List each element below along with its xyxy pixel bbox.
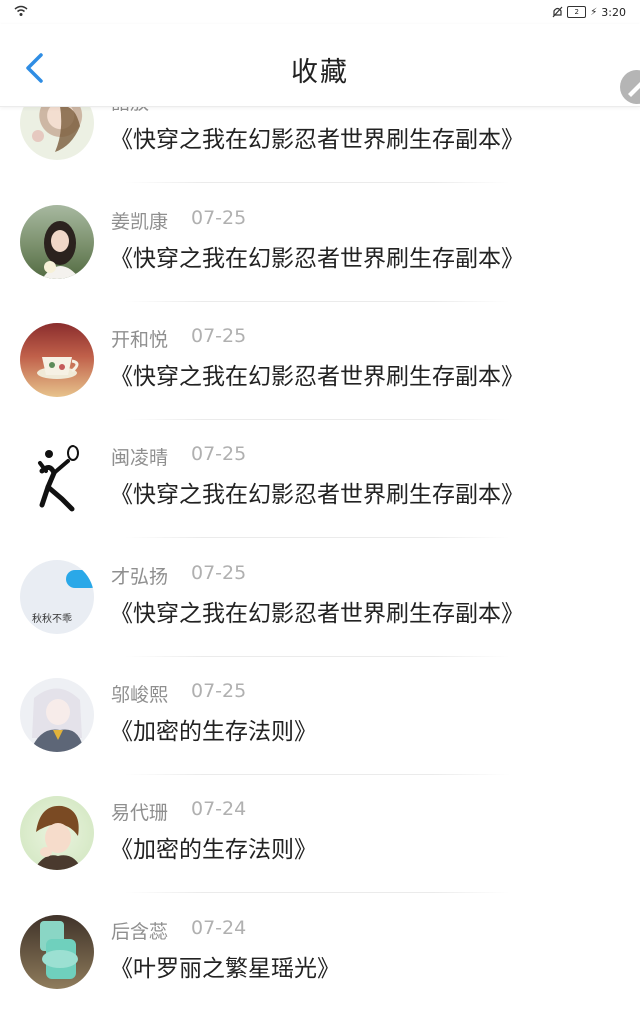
divider: [125, 301, 510, 302]
item-date: 07-25: [191, 443, 247, 465]
list-item[interactable]: 姜凯康 07-25 《快穿之我在幻影忍者世界刷生存副本》: [0, 205, 640, 323]
item-title[interactable]: 《快穿之我在幻影忍者世界刷生存副本》: [110, 475, 524, 509]
divider: [125, 656, 510, 657]
avatar: [20, 915, 94, 989]
avatar: [20, 678, 94, 752]
item-title[interactable]: 《快穿之我在幻影忍者世界刷生存副本》: [110, 357, 524, 391]
avatar: [20, 796, 94, 870]
item-title[interactable]: 《快穿之我在幻影忍者世界刷生存副本》: [110, 120, 524, 154]
list-item[interactable]: 秋秋不乖 才弘扬 07-25 《快穿之我在幻影忍者世界刷生存副本》: [0, 560, 640, 678]
item-name: 后含蕊: [111, 921, 169, 943]
list-item[interactable]: 闽凌晴 07-25 《快穿之我在幻影忍者世界刷生存副本》: [0, 441, 640, 559]
pencil-icon: [628, 82, 640, 97]
list-item[interactable]: 后含蕊 07-24 《叶罗丽之繁星瑶光》: [0, 915, 640, 1033]
item-name: 开和悦: [111, 329, 169, 351]
list-item[interactable]: 开和悦 07-25 《快穿之我在幻影忍者世界刷生存副本》: [0, 323, 640, 441]
divider: [125, 774, 510, 775]
avatar: [20, 205, 94, 279]
avatar: [20, 323, 94, 397]
divider: [125, 892, 510, 893]
favorites-list: 韶放 07-25 《快穿之我在幻影忍者世界刷生存副本》 姜凯康 07-25 《快…: [0, 0, 640, 1024]
divider: [125, 419, 510, 420]
list-item[interactable]: 易代珊 07-24 《加密的生存法则》: [0, 796, 640, 914]
item-name: 才弘扬: [111, 566, 169, 588]
item-name: 邬峻熙: [111, 684, 169, 706]
item-name: 易代珊: [111, 802, 169, 824]
item-title[interactable]: 《快穿之我在幻影忍者世界刷生存副本》: [110, 239, 524, 273]
item-date: 07-25: [191, 325, 247, 347]
item-name: 闽凌晴: [111, 447, 169, 469]
avatar-badge: [66, 570, 94, 588]
item-date: 07-24: [191, 798, 247, 820]
item-title[interactable]: 《加密的生存法则》: [110, 830, 317, 864]
divider: [125, 537, 510, 538]
item-date: 07-24: [191, 917, 247, 939]
item-name: 姜凯康: [111, 211, 169, 233]
item-title[interactable]: 《叶罗丽之繁星瑶光》: [110, 949, 340, 983]
avatar: 秋秋不乖: [20, 560, 94, 634]
item-date: 07-25: [191, 562, 247, 584]
item-title[interactable]: 《加密的生存法则》: [110, 712, 317, 746]
item-date: 07-25: [191, 207, 247, 229]
list-item[interactable]: 邬峻熙 07-25 《加密的生存法则》: [0, 678, 640, 796]
avatar-caption: 秋秋不乖: [32, 614, 72, 625]
divider: [125, 182, 510, 183]
item-title[interactable]: 《快穿之我在幻影忍者世界刷生存副本》: [110, 594, 524, 628]
edit-floating-button[interactable]: [620, 70, 640, 104]
item-date: 07-25: [191, 680, 247, 702]
avatar: [20, 441, 94, 515]
header: 收藏: [0, 24, 640, 107]
page-title: 收藏: [291, 57, 349, 88]
